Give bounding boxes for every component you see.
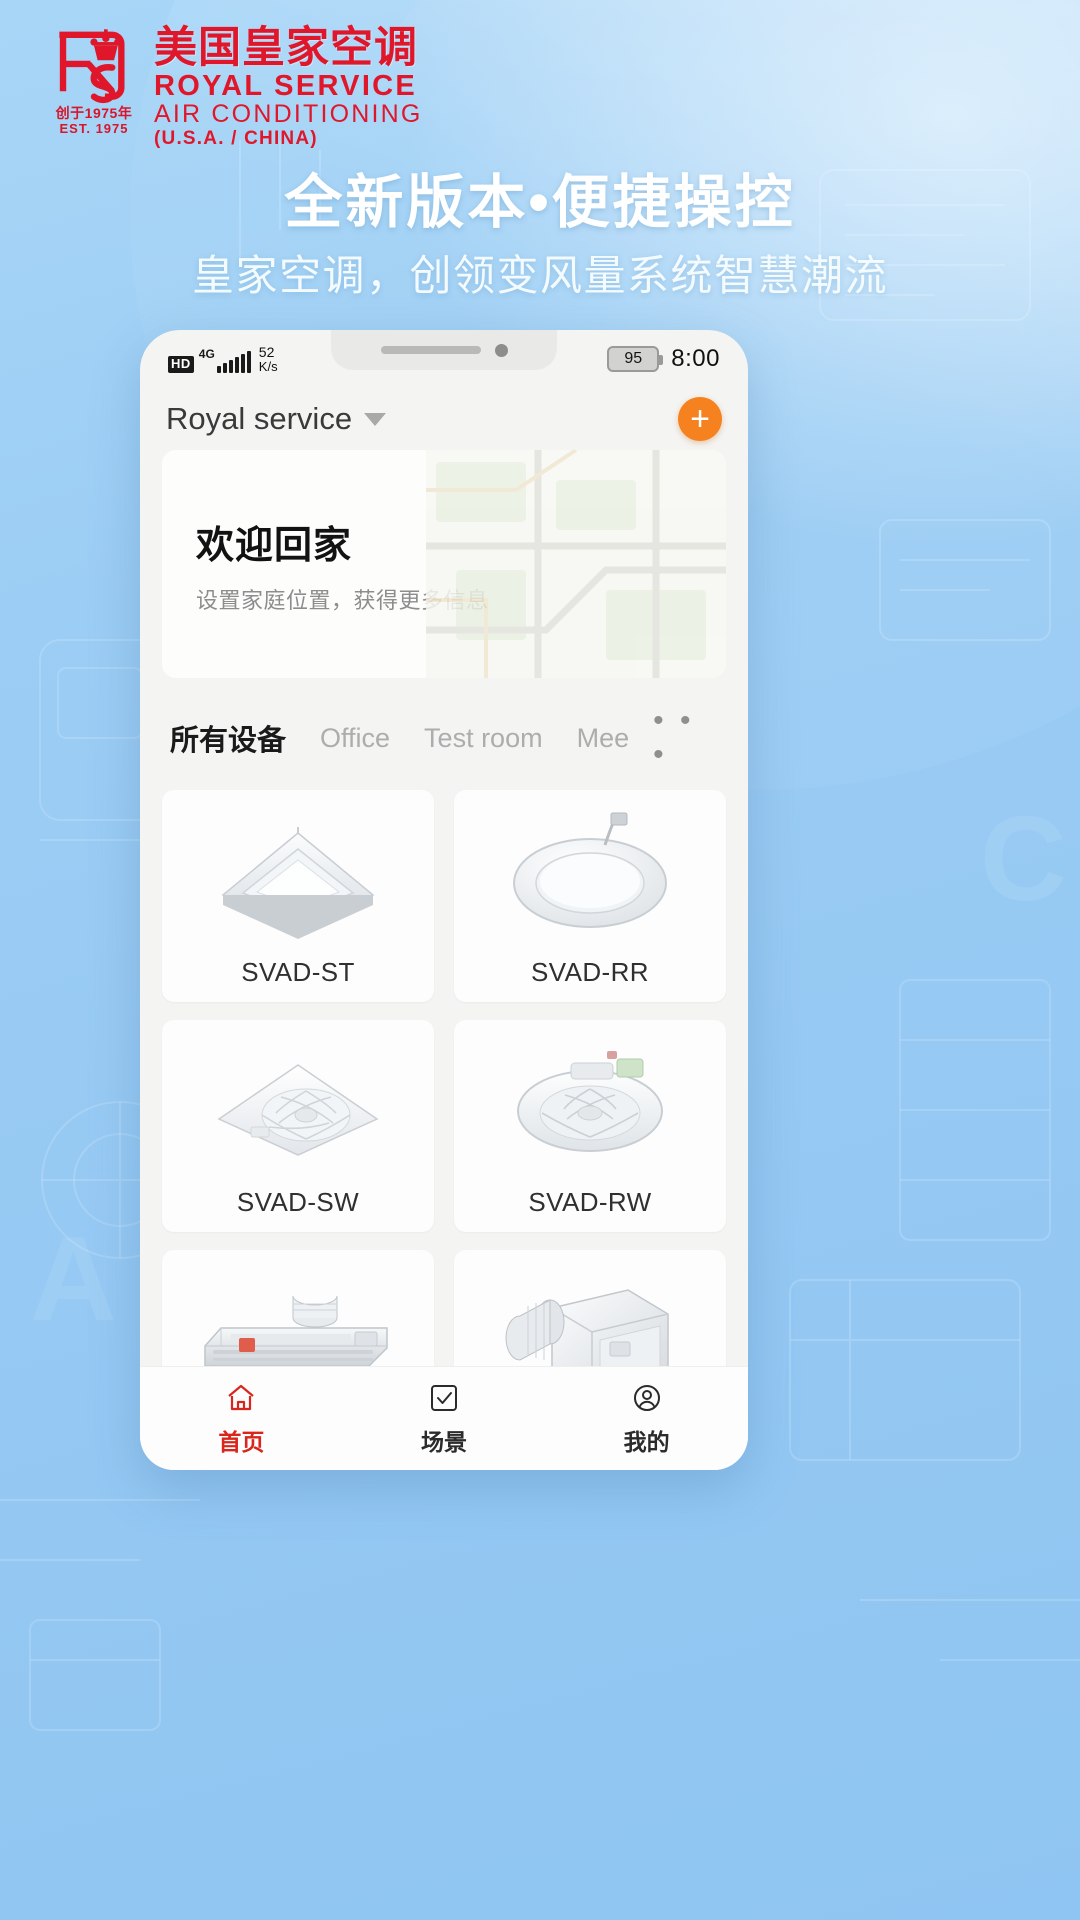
logo-name-en-2: AIR CONDITIONING	[154, 100, 423, 129]
logo-name-cn: 美国皇家空调	[154, 24, 418, 72]
network-speed-value: 52	[258, 344, 275, 361]
earpiece-speaker	[380, 346, 481, 354]
add-device-button[interactable]: +	[678, 397, 722, 441]
nav-label-scene: 场景	[421, 1429, 467, 1455]
tab-mee[interactable]: Mee	[577, 723, 630, 754]
bottom-navigation: 首页 场景 我的	[140, 1366, 748, 1470]
device-name: SVAD-SW	[236, 1187, 360, 1217]
nav-label-profile: 我的	[623, 1429, 670, 1455]
square-swirl-diffuser-icon	[162, 1020, 434, 1187]
tab-all-devices[interactable]: 所有设备	[170, 717, 286, 759]
device-card[interactable]: SVAD-WL	[162, 1250, 434, 1366]
device-grid: SVAD-ST SVAD-RR SVAD-SW SVAD-RW	[162, 790, 726, 1366]
svg-text:C: C	[980, 792, 1067, 926]
logo-name-en-1: ROYAL SERVICE	[154, 69, 418, 102]
poster-headline-block: 全新版本•便捷操控 皇家空调，创领变风量系统智慧潮流	[0, 170, 1080, 301]
welcome-home-card[interactable]: 欢迎回家 设置家庭位置，获得更多信息	[162, 450, 726, 678]
round-swirl-diffuser-icon	[454, 1020, 726, 1187]
logo-est-cn: 创于1975年	[55, 105, 133, 121]
network-speed-unit: K/s	[258, 358, 278, 374]
device-card[interactable]: SVAD-LL	[454, 1250, 726, 1366]
scene-checkbox-icon	[428, 1380, 460, 1416]
poster-headline: 全新版本•便捷操控	[284, 170, 796, 235]
poster-subheadline: 皇家空调，创领变风量系统智慧潮流	[191, 251, 888, 299]
app-header: Royal service +	[140, 388, 748, 450]
room-tab-bar: 所有设备 Office Test room Mee • • •	[162, 678, 726, 790]
device-name: SVAD-ST	[241, 957, 355, 987]
front-camera-icon	[494, 343, 508, 357]
nav-label-home: 首页	[218, 1429, 265, 1455]
device-card[interactable]: SVAD-SW	[162, 1020, 434, 1232]
status-clock: 8:00	[671, 345, 720, 372]
home-selector-label[interactable]: Royal service	[166, 401, 352, 437]
box-duct-unit-icon	[454, 1250, 726, 1366]
linear-duct-unit-icon	[162, 1250, 434, 1366]
network-speed: 52 K/s	[259, 345, 278, 373]
chevron-down-icon[interactable]	[364, 412, 387, 426]
battery-indicator: 95	[607, 346, 664, 372]
tab-overflow-icon[interactable]: • • •	[653, 704, 720, 772]
signal-strength-bars	[216, 350, 251, 373]
royal-service-crown-monogram-icon: 创于1975年 EST. 1975	[48, 22, 140, 135]
svg-text:A: A	[30, 1212, 117, 1346]
status-bar: HD 4G 52 K/s 95 8:00	[140, 330, 748, 388]
nav-item-scene[interactable]: 场景	[343, 1380, 546, 1457]
tab-test-room[interactable]: Test room	[424, 723, 543, 754]
round-ring-ac-icon	[454, 790, 726, 957]
hd-badge-icon: HD	[168, 356, 194, 373]
logo-est-en: EST. 1975	[59, 120, 129, 136]
home-icon	[224, 1380, 258, 1416]
cassette-square-ac-icon	[162, 790, 434, 957]
nav-item-home[interactable]: 首页	[140, 1380, 343, 1457]
app-content: 欢迎回家 设置家庭位置，获得更多信息 所有设备 Office Test room…	[140, 450, 748, 1366]
phone-mockup: HD 4G 52 K/s 95 8:00 Royal service + 欢迎回…	[140, 330, 748, 1470]
network-type-label: 4G	[198, 346, 215, 361]
device-name: SVAD-RW	[528, 1187, 652, 1217]
device-card[interactable]: SVAD-RR	[454, 790, 726, 1002]
map-thumbnail-icon	[426, 450, 726, 678]
device-name: SVAD-RR	[531, 957, 649, 987]
nav-item-profile[interactable]: 我的	[545, 1380, 748, 1457]
brand-logo: 创于1975年 EST. 1975 美国皇家空调 ROYAL SERVICE A…	[48, 22, 423, 151]
device-card[interactable]: SVAD-ST	[162, 790, 434, 1002]
tab-office[interactable]: Office	[320, 723, 390, 754]
signal-bars-icon: 4G	[199, 348, 251, 373]
logo-name-en-3: (U.S.A. / CHINA)	[154, 128, 318, 150]
device-card[interactable]: SVAD-RW	[454, 1020, 726, 1232]
profile-person-icon	[631, 1380, 663, 1416]
logo-established-text: 创于1975年 EST. 1975	[48, 106, 140, 135]
phone-notch	[331, 330, 557, 370]
